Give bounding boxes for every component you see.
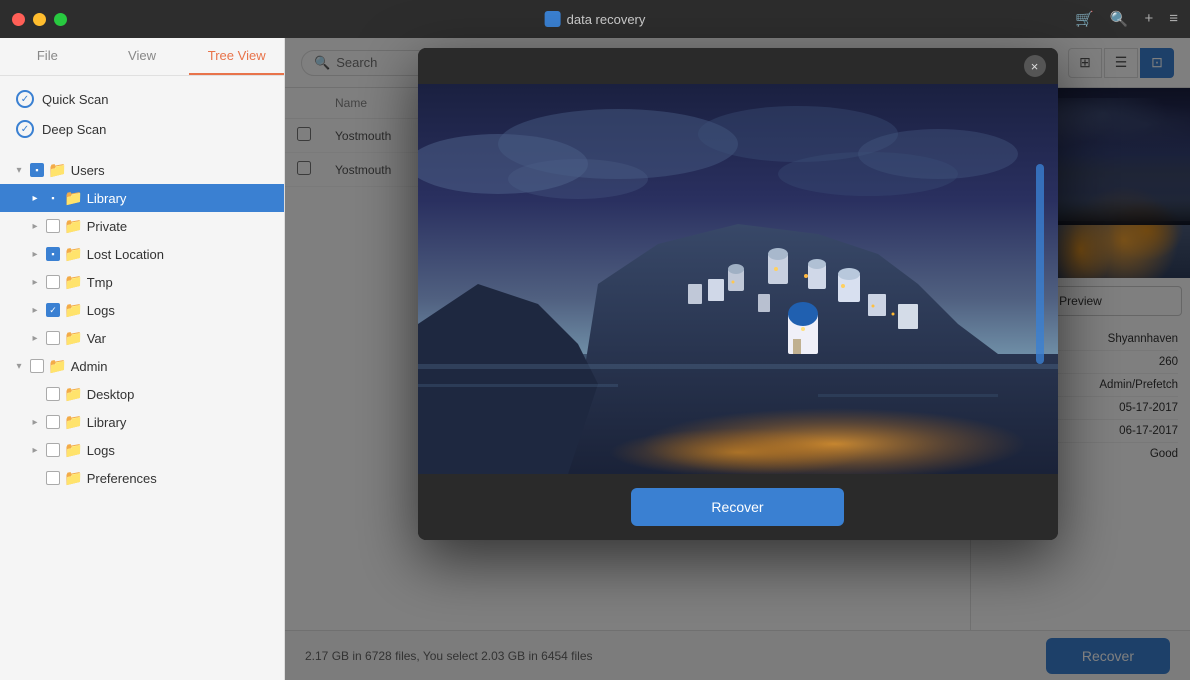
tree-item-private[interactable]: ▸ 📁 Private xyxy=(0,212,284,240)
tree-item-admin-library[interactable]: ▸ 📁 Library xyxy=(0,408,284,436)
add-icon[interactable]: + xyxy=(1144,10,1153,28)
chevron-library: ▸ xyxy=(28,193,42,204)
maximize-button[interactable] xyxy=(54,13,67,26)
quick-scan-label: Quick Scan xyxy=(42,92,108,107)
deep-scan-icon: ✓ xyxy=(16,120,34,138)
tree-label-users: Users xyxy=(71,163,105,178)
chevron-admin-lib: ▸ xyxy=(28,417,42,428)
sidebar-menu-view[interactable]: View xyxy=(95,38,190,75)
tree-item-preferences[interactable]: ▸ 📁 Preferences xyxy=(0,464,284,492)
window-controls xyxy=(12,13,67,26)
tree-label-tmp: Tmp xyxy=(87,275,113,290)
app-icon xyxy=(545,11,561,27)
tree-item-logs[interactable]: ▸ ✓ 📁 Logs xyxy=(0,296,284,324)
folder-icon-library: 📁 xyxy=(64,189,83,207)
tree-label-admin-logs: Logs xyxy=(87,443,115,458)
checkbox-library[interactable]: ▪ xyxy=(46,191,60,205)
sidebar: File View Tree View ✓ Quick Scan ✓ Deep … xyxy=(0,38,285,680)
santorini-svg xyxy=(418,84,1058,474)
chevron-var: ▸ xyxy=(28,333,42,344)
folder-icon-users: 📁 xyxy=(48,161,67,179)
folder-icon-var: 📁 xyxy=(64,329,83,347)
folder-icon-lost: 📁 xyxy=(64,245,83,263)
deep-scan-label: Deep Scan xyxy=(42,122,106,137)
tree-label-admin: Admin xyxy=(71,359,108,374)
sidebar-menu-tree[interactable]: Tree View xyxy=(189,38,284,75)
menu-icon[interactable]: ≡ xyxy=(1169,10,1178,28)
modal-image xyxy=(418,84,1058,474)
app-title-text: data recovery xyxy=(567,12,646,27)
checkbox-var[interactable] xyxy=(46,331,60,345)
tree-label-logs: Logs xyxy=(87,303,115,318)
chevron-users: ▾ xyxy=(12,165,26,176)
modal-footer: Recover xyxy=(418,474,1058,540)
folder-icon-private: 📁 xyxy=(64,217,83,235)
checkbox-lost[interactable]: ▪ xyxy=(46,247,60,261)
checkbox-private[interactable] xyxy=(46,219,60,233)
folder-icon-tmp: 📁 xyxy=(64,273,83,291)
checkbox-prefs[interactable] xyxy=(46,471,60,485)
close-button[interactable] xyxy=(12,13,25,26)
chevron-admin-logs: ▸ xyxy=(28,445,42,456)
folder-icon-admin: 📁 xyxy=(48,357,67,375)
image-preview-modal: × xyxy=(418,48,1058,540)
chevron-admin: ▾ xyxy=(12,361,26,372)
quick-scan-icon: ✓ xyxy=(16,90,34,108)
modal-recover-button[interactable]: Recover xyxy=(631,488,843,526)
checkbox-admin-lib[interactable] xyxy=(46,415,60,429)
titlebar: data recovery 🛒 🔍 + ≡ xyxy=(0,0,1190,38)
chevron-logs: ▸ xyxy=(28,305,42,316)
sidebar-menu: File View Tree View xyxy=(0,38,284,76)
tree-item-lost-location[interactable]: ▸ ▪ 📁 Lost Location xyxy=(0,240,284,268)
tree-item-library[interactable]: ▸ ▪ 📁 Library xyxy=(0,184,284,212)
tree-label-desktop: Desktop xyxy=(87,387,135,402)
tree-label-var: Var xyxy=(87,331,106,346)
tree-item-users[interactable]: ▾ ▪ 📁 Users xyxy=(0,156,284,184)
folder-icon-admin-lib: 📁 xyxy=(64,413,83,431)
modal-overlay[interactable]: × xyxy=(285,38,1190,680)
modal-header: × xyxy=(418,48,1058,84)
app-title: data recovery xyxy=(545,11,646,27)
folder-icon-prefs: 📁 xyxy=(64,469,83,487)
tree-item-desktop[interactable]: ▸ 📁 Desktop xyxy=(0,380,284,408)
checkbox-logs[interactable]: ✓ xyxy=(46,303,60,317)
titlebar-icons: 🛒 🔍 + ≡ xyxy=(1075,10,1178,28)
quick-scan-item[interactable]: ✓ Quick Scan xyxy=(12,84,272,114)
deep-scan-item[interactable]: ✓ Deep Scan xyxy=(12,114,272,144)
search-icon-title[interactable]: 🔍 xyxy=(1110,10,1129,28)
checkbox-admin[interactable] xyxy=(30,359,44,373)
tree-label-prefs: Preferences xyxy=(87,471,157,486)
chevron-lost: ▸ xyxy=(28,249,42,260)
chevron-private: ▸ xyxy=(28,221,42,232)
sidebar-scan-section: ✓ Quick Scan ✓ Deep Scan xyxy=(0,76,284,152)
checkbox-desktop[interactable] xyxy=(46,387,60,401)
tree-label-lost: Lost Location xyxy=(87,247,164,262)
tree-item-tmp[interactable]: ▸ 📁 Tmp xyxy=(0,268,284,296)
folder-icon-logs: 📁 xyxy=(64,301,83,319)
tree-item-var[interactable]: ▸ 📁 Var xyxy=(0,324,284,352)
chevron-tmp: ▸ xyxy=(28,277,42,288)
cart-icon[interactable]: 🛒 xyxy=(1075,10,1094,28)
tree-item-admin[interactable]: ▾ 📁 Admin xyxy=(0,352,284,380)
tree-label-admin-lib: Library xyxy=(87,415,127,430)
checkbox-users[interactable]: ▪ xyxy=(30,163,44,177)
checkbox-tmp[interactable] xyxy=(46,275,60,289)
modal-close-button[interactable]: × xyxy=(1024,55,1046,77)
tree-item-admin-logs[interactable]: ▸ 📁 Logs xyxy=(0,436,284,464)
checkbox-admin-logs[interactable] xyxy=(46,443,60,457)
minimize-button[interactable] xyxy=(33,13,46,26)
folder-icon-desktop: 📁 xyxy=(64,385,83,403)
sidebar-tree: ▾ ▪ 📁 Users ▸ ▪ 📁 Library ▸ 📁 Private xyxy=(0,152,284,680)
folder-icon-admin-logs: 📁 xyxy=(64,441,83,459)
sidebar-menu-file[interactable]: File xyxy=(0,38,95,75)
tree-label-private: Private xyxy=(87,219,127,234)
tree-label-library: Library xyxy=(87,191,127,206)
